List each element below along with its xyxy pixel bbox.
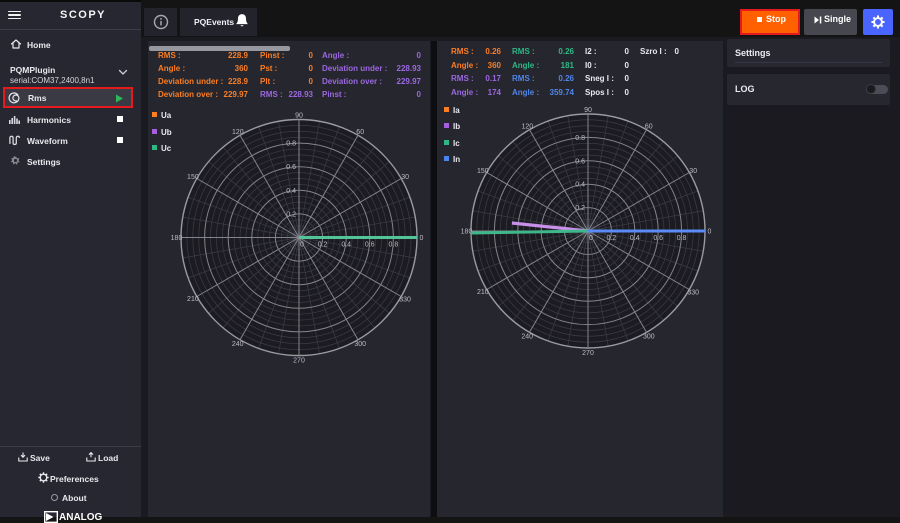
svg-text:240: 240 (232, 341, 244, 348)
svg-text:300: 300 (643, 334, 655, 341)
svg-text:300: 300 (354, 341, 366, 348)
svg-text:0.2: 0.2 (318, 242, 328, 249)
svg-text:60: 60 (645, 123, 653, 130)
svg-text:0.6: 0.6 (365, 242, 375, 249)
svg-text:210: 210 (187, 296, 199, 303)
svg-text:330: 330 (399, 296, 411, 303)
svg-text:0.8: 0.8 (677, 235, 687, 242)
svg-text:0: 0 (300, 242, 304, 249)
svg-text:0.4: 0.4 (341, 242, 351, 249)
svg-text:180: 180 (171, 235, 183, 242)
svg-text:150: 150 (477, 168, 489, 175)
svg-text:0.2: 0.2 (286, 211, 296, 218)
svg-text:0.2: 0.2 (607, 235, 617, 242)
svg-text:150: 150 (187, 174, 199, 181)
svg-text:0.4: 0.4 (575, 182, 585, 189)
svg-text:270: 270 (582, 350, 594, 357)
svg-text:0.8: 0.8 (389, 242, 399, 249)
svg-text:90: 90 (295, 113, 303, 120)
svg-text:0.8: 0.8 (286, 141, 296, 148)
svg-text:0.6: 0.6 (575, 158, 585, 165)
svg-text:0: 0 (589, 235, 593, 242)
svg-text:240: 240 (521, 334, 533, 341)
svg-text:60: 60 (356, 129, 364, 136)
svg-text:0.6: 0.6 (286, 164, 296, 171)
svg-text:120: 120 (521, 123, 533, 130)
svg-text:120: 120 (232, 129, 244, 136)
svg-text:0.8: 0.8 (575, 135, 585, 142)
svg-text:270: 270 (293, 358, 305, 365)
svg-text:180: 180 (461, 229, 473, 236)
svg-text:0.4: 0.4 (286, 188, 296, 195)
svg-text:90: 90 (584, 107, 592, 114)
svg-text:0: 0 (708, 229, 712, 236)
svg-text:0.2: 0.2 (575, 205, 585, 212)
svg-text:330: 330 (687, 289, 699, 296)
svg-text:0.6: 0.6 (653, 235, 663, 242)
svg-text:0.4: 0.4 (630, 235, 640, 242)
svg-text:30: 30 (401, 174, 409, 181)
svg-text:30: 30 (689, 168, 697, 175)
svg-text:210: 210 (477, 289, 489, 296)
svg-text:0: 0 (420, 235, 424, 242)
